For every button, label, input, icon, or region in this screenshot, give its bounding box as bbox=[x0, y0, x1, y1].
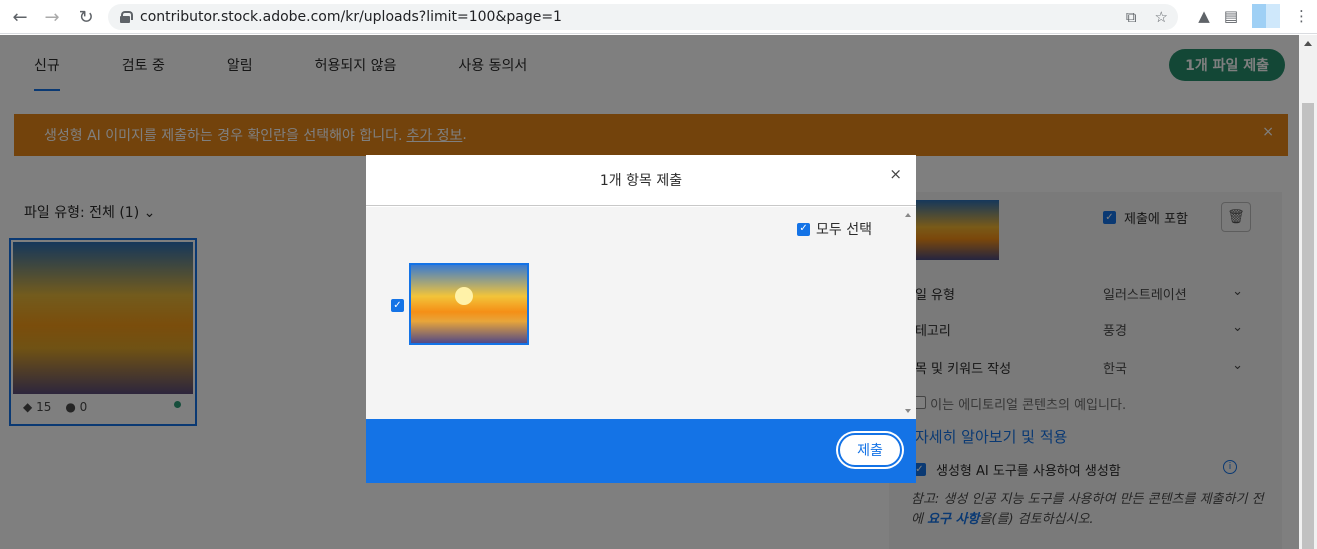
dialog-footer: 제출 bbox=[366, 419, 916, 483]
select-all[interactable]: ✓ 모두 선택 bbox=[797, 219, 872, 239]
dialog-header: 1개 항목 제출 × bbox=[366, 155, 916, 206]
close-icon[interactable]: × bbox=[889, 165, 902, 183]
forward-icon[interactable]: → bbox=[38, 3, 66, 31]
scroll-up-arrow[interactable] bbox=[1304, 41, 1312, 46]
dialog-title: 1개 항목 제출 bbox=[599, 173, 683, 189]
submission-item-image[interactable] bbox=[409, 263, 529, 345]
submit-dialog: 1개 항목 제출 × ✓ 모두 선택 ✓ 제출 bbox=[366, 155, 916, 483]
share-icon[interactable]: ⧉ bbox=[1126, 8, 1137, 26]
select-all-label: 모두 선택 bbox=[816, 222, 872, 238]
scroll-down-arrow[interactable] bbox=[905, 409, 911, 413]
scroll-thumb[interactable] bbox=[1302, 103, 1314, 549]
extensions-icon[interactable]: ▲ bbox=[1198, 7, 1210, 25]
lock-icon bbox=[120, 11, 133, 23]
bookmark-star-icon[interactable]: ☆ bbox=[1155, 8, 1168, 26]
url-text: contributor.stock.adobe.com/kr/uploads?l… bbox=[140, 9, 562, 25]
side-panel-icon[interactable]: ▤ bbox=[1224, 7, 1238, 25]
browser-toolbar: ← → ↻ contributor.stock.adobe.com/kr/upl… bbox=[0, 0, 1317, 34]
submit-button[interactable]: 제출 bbox=[838, 433, 902, 467]
dialog-scrollbar[interactable] bbox=[902, 207, 916, 419]
page-scrollbar[interactable] bbox=[1299, 35, 1317, 549]
item-checkbox[interactable]: ✓ bbox=[391, 299, 404, 312]
back-icon[interactable]: ← bbox=[6, 3, 34, 31]
dialog-body: ✓ 모두 선택 ✓ bbox=[366, 207, 916, 419]
address-bar[interactable]: contributor.stock.adobe.com/kr/uploads?l… bbox=[108, 4, 1178, 30]
select-all-checkbox[interactable]: ✓ bbox=[797, 222, 811, 236]
menu-icon[interactable]: ⋮ bbox=[1294, 7, 1309, 25]
sun-shape bbox=[455, 287, 473, 305]
reload-icon[interactable]: ↻ bbox=[72, 3, 100, 31]
profile-avatar[interactable] bbox=[1252, 4, 1280, 28]
scroll-up-arrow[interactable] bbox=[905, 213, 911, 217]
